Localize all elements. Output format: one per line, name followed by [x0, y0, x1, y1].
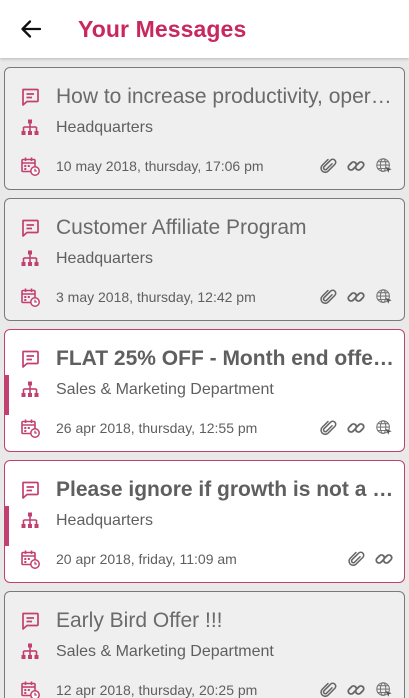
calendar-clock-icon — [19, 548, 41, 570]
message-date-row: 10 may 2018, thursday, 17:06 pm — [5, 154, 404, 178]
message-date-row: 20 apr 2018, friday, 11:09 am — [5, 547, 404, 571]
message-department: Headquarters — [56, 512, 153, 529]
link-icon — [374, 549, 394, 569]
message-card[interactable]: How to increase productivity, operati...… — [4, 67, 405, 190]
message-subject-row: FLAT 25% OFF - Month end offer!!! — [5, 344, 404, 374]
message-department-row: Headquarters — [5, 509, 404, 533]
message-card[interactable]: Early Bird Offer !!! Sales & Marketing D… — [4, 591, 405, 698]
org-chart-icon — [19, 510, 41, 532]
message-icon — [19, 348, 41, 370]
web-icon — [375, 288, 393, 306]
message-list[interactable]: How to increase productivity, operati...… — [0, 58, 409, 698]
attachment-icon — [319, 681, 337, 698]
back-button[interactable] — [14, 12, 48, 46]
attachment-button[interactable] — [346, 549, 366, 569]
attachment-icon — [347, 550, 365, 568]
attachment-button[interactable] — [318, 680, 338, 698]
attachment-icon — [319, 419, 337, 437]
calendar-clock-icon — [19, 155, 41, 177]
message-subject: FLAT 25% OFF - Month end offer!!! — [56, 347, 396, 370]
message-subject: Customer Affiliate Program — [56, 216, 307, 239]
message-actions — [346, 547, 394, 571]
link-button[interactable] — [346, 418, 366, 438]
web-button[interactable] — [374, 418, 394, 438]
message-date: 20 apr 2018, friday, 11:09 am — [56, 551, 237, 567]
message-subject-row: Please ignore if growth is not a conc... — [5, 475, 404, 505]
message-subject: Please ignore if growth is not a conc... — [56, 478, 396, 501]
attachment-button[interactable] — [318, 287, 338, 307]
arrow-left-icon — [21, 20, 42, 38]
page-title: Your Messages — [78, 15, 247, 42]
attachment-icon — [319, 157, 337, 175]
message-department: Sales & Marketing Department — [56, 643, 274, 660]
web-icon — [375, 157, 393, 175]
web-icon — [375, 681, 393, 698]
link-icon — [346, 680, 366, 698]
message-date-row: 26 apr 2018, thursday, 12:55 pm — [5, 416, 404, 440]
web-button[interactable] — [374, 680, 394, 698]
message-department-row: Sales & Marketing Department — [5, 378, 404, 402]
link-button[interactable] — [346, 287, 366, 307]
message-date: 12 apr 2018, thursday, 20:25 pm — [56, 682, 258, 698]
web-button[interactable] — [374, 156, 394, 176]
message-icon — [19, 86, 41, 108]
message-date-row: 12 apr 2018, thursday, 20:25 pm — [5, 678, 404, 698]
message-department-row: Sales & Marketing Department — [5, 640, 404, 664]
message-card[interactable]: FLAT 25% OFF - Month end offer!!! Sales … — [4, 329, 405, 452]
link-button[interactable] — [374, 549, 394, 569]
message-subject-row: Customer Affiliate Program — [5, 213, 404, 243]
message-department-row: Headquarters — [5, 247, 404, 271]
message-date-row: 3 may 2018, thursday, 12:42 pm — [5, 285, 404, 309]
calendar-clock-icon — [19, 679, 41, 698]
link-icon — [346, 156, 366, 176]
attachment-button[interactable] — [318, 418, 338, 438]
message-actions — [318, 285, 394, 309]
link-button[interactable] — [346, 156, 366, 176]
attachment-button[interactable] — [318, 156, 338, 176]
message-actions — [318, 416, 394, 440]
web-icon — [375, 419, 393, 437]
message-card[interactable]: Customer Affiliate Program Headquarters — [4, 198, 405, 321]
message-department: Headquarters — [56, 250, 153, 267]
message-department: Sales & Marketing Department — [56, 381, 274, 398]
org-chart-icon — [19, 379, 41, 401]
web-button[interactable] — [374, 287, 394, 307]
message-actions — [318, 154, 394, 178]
message-date: 10 may 2018, thursday, 17:06 pm — [56, 158, 264, 174]
attachment-icon — [319, 288, 337, 306]
message-date: 3 may 2018, thursday, 12:42 pm — [56, 289, 256, 305]
app-header: Your Messages — [0, 0, 409, 58]
message-date: 26 apr 2018, thursday, 12:55 pm — [56, 420, 258, 436]
link-icon — [346, 418, 366, 438]
message-department-row: Headquarters — [5, 116, 404, 140]
org-chart-icon — [19, 248, 41, 270]
message-subject: How to increase productivity, operati... — [56, 85, 396, 108]
message-subject-row: How to increase productivity, operati... — [5, 82, 404, 112]
message-subject: Early Bird Offer !!! — [56, 609, 223, 632]
link-icon — [346, 287, 366, 307]
message-icon — [19, 217, 41, 239]
org-chart-icon — [19, 117, 41, 139]
message-card[interactable]: Please ignore if growth is not a conc...… — [4, 460, 405, 583]
message-actions — [318, 678, 394, 698]
message-subject-row: Early Bird Offer !!! — [5, 606, 404, 636]
message-icon — [19, 610, 41, 632]
calendar-clock-icon — [19, 286, 41, 308]
org-chart-icon — [19, 641, 41, 663]
link-button[interactable] — [346, 680, 366, 698]
message-icon — [19, 479, 41, 501]
calendar-clock-icon — [19, 417, 41, 439]
message-department: Headquarters — [56, 119, 153, 136]
